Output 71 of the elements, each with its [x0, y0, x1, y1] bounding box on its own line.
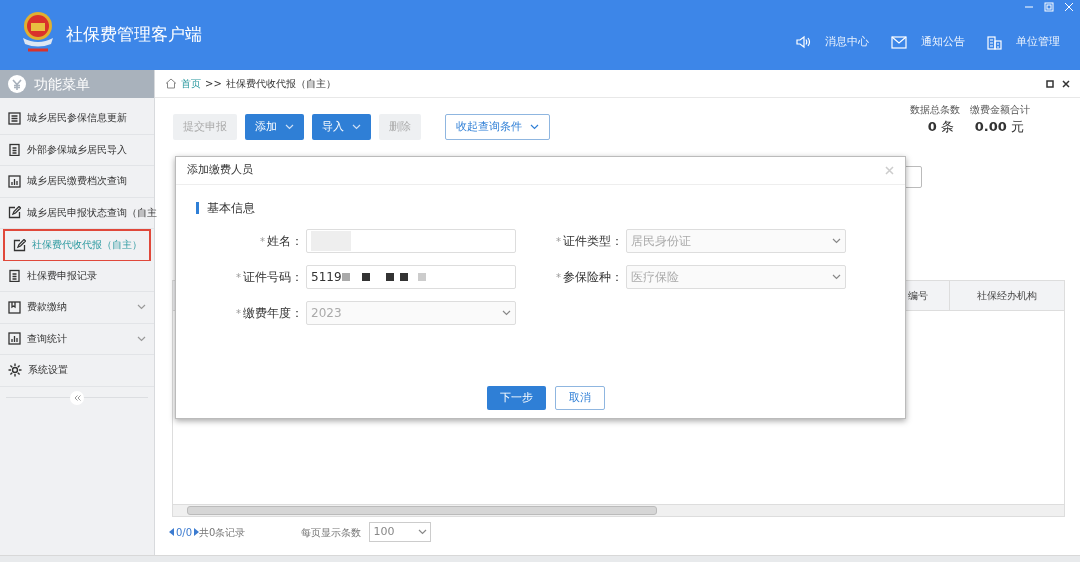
building-icon: [987, 34, 1002, 50]
sidebar-item[interactable]: 城乡居民参保信息更新: [0, 103, 154, 135]
sidebar-item[interactable]: 系统设置: [0, 355, 154, 387]
toolbar-button[interactable]: 收起查询条件: [445, 114, 550, 140]
dialog-title: 添加缴费人员: [187, 162, 253, 179]
caret-icon: [418, 529, 428, 535]
settings-icon: [8, 363, 22, 378]
input-field[interactable]: [306, 229, 516, 253]
sidebar-title: 功能菜单: [34, 74, 90, 94]
collapse-button[interactable]: [70, 390, 84, 405]
sidebar-item[interactable]: 社保费申报记录: [0, 260, 154, 292]
field-label: * 证件类型：: [555, 233, 624, 250]
sidebar-item[interactable]: 查询统计: [0, 323, 154, 355]
field-label: * 缴费年度：: [235, 305, 304, 322]
previous-page-icon[interactable]: [169, 528, 174, 536]
edit-icon: [13, 238, 26, 252]
field-label: * 姓名：: [259, 233, 304, 250]
page-indicator: 0/0: [176, 525, 193, 540]
breadcrumb-link[interactable]: 首页: [181, 76, 201, 91]
horizontal-scrollbar[interactable]: [173, 504, 1064, 516]
page-size-label: 每页显示条数: [301, 525, 362, 540]
double-chevron-icon: [73, 394, 81, 401]
page-size-select[interactable]: 100: [369, 522, 432, 542]
stat-value: 0 条: [927, 118, 954, 136]
document-icon: [8, 269, 21, 283]
bar-chart-icon: [8, 332, 21, 346]
bar-chart-icon: [8, 174, 21, 188]
sidebar-item[interactable]: 城乡居民缴费档次查询: [0, 166, 154, 198]
stat-label: 缴费金额合计: [970, 103, 1030, 117]
toolbar-button[interactable]: 导入: [312, 114, 371, 140]
dialog-button[interactable]: 下一步: [486, 386, 546, 410]
section-marker: [196, 202, 199, 214]
sidebar-item[interactable]: 外部参保城乡居民导入: [0, 134, 154, 166]
breadcrumb-current: 社保费代收代报（自主）: [225, 77, 336, 91]
app-title: 社保费管理客户端: [66, 23, 202, 46]
home-icon: [165, 78, 177, 89]
bookmark-icon: [8, 300, 21, 314]
toolbar-button[interactable]: 删除: [379, 114, 421, 140]
stat-label: 数据总条数: [910, 103, 960, 117]
stat-value: 0.00 元: [974, 118, 1024, 136]
caret-icon: [832, 238, 841, 244]
speaker-icon: [795, 34, 811, 51]
section-title: 基本信息: [207, 200, 255, 217]
toolbar-button[interactable]: 添加: [245, 114, 304, 140]
header-link[interactable]: 消息中心: [795, 34, 869, 51]
edit-icon: [8, 206, 21, 220]
field-label: * 证件号码：: [235, 269, 304, 286]
select-field[interactable]: 2023: [306, 301, 516, 325]
select-field[interactable]: 居民身份证: [626, 229, 846, 253]
select-field[interactable]: 医疗保险: [626, 265, 846, 289]
document-icon: [8, 143, 21, 157]
header-link[interactable]: 通知公告: [891, 34, 965, 51]
breadcrumb-separator: >>: [205, 77, 222, 91]
record-count: 共0条记录: [199, 525, 246, 540]
caret-icon: [502, 310, 511, 316]
header-link[interactable]: 单位管理: [987, 34, 1060, 51]
column-header[interactable]: 社保经办机构: [949, 281, 1064, 310]
sidebar-item[interactable]: 社保费代收代报（自主）: [3, 229, 151, 261]
next-page-icon[interactable]: [194, 528, 200, 536]
sidebar-item[interactable]: 费款缴纳: [0, 292, 154, 324]
field-label: * 参保险种：: [555, 269, 624, 286]
yen-icon: [8, 75, 26, 93]
toolbar-button[interactable]: 提交申报: [173, 114, 237, 140]
caret-icon: [832, 274, 841, 280]
scrollbar-thumb[interactable]: [187, 506, 657, 515]
maximize-icon[interactable]: [1046, 79, 1054, 88]
dialog-button[interactable]: 取消: [554, 386, 605, 410]
list-icon: [8, 111, 21, 125]
envelope-icon: [891, 35, 907, 49]
close-icon[interactable]: [1062, 79, 1070, 88]
input-field[interactable]: 5119: [306, 265, 516, 289]
